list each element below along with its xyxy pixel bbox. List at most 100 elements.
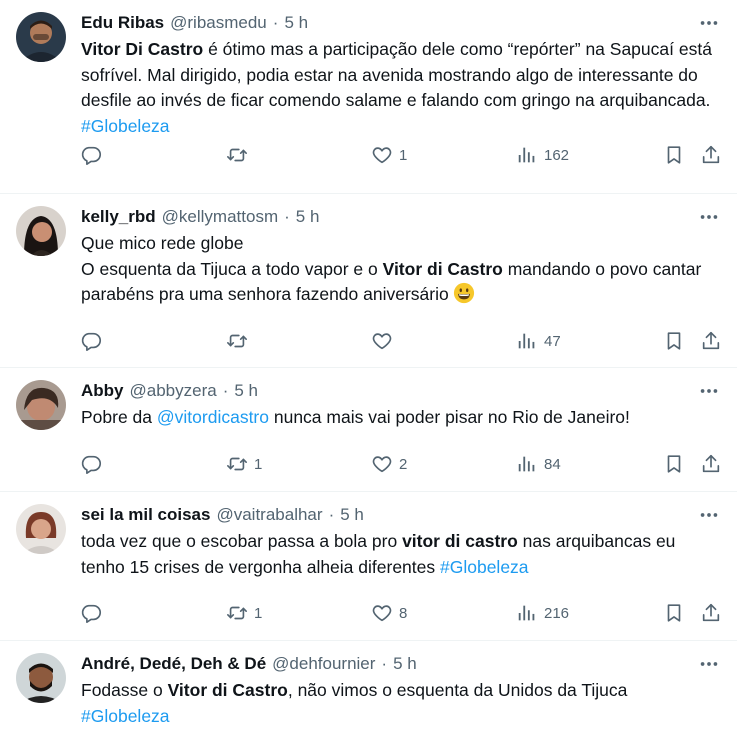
avatar[interactable] <box>16 380 66 430</box>
retweet-button[interactable] <box>226 329 254 353</box>
bookmark-button[interactable] <box>663 601 685 625</box>
views-button[interactable]: 216 <box>516 601 569 625</box>
like-button[interactable]: 2 <box>371 452 407 476</box>
reply-icon <box>80 602 102 624</box>
retweet-icon <box>226 330 248 352</box>
retweet-button[interactable]: 1 <box>226 452 262 476</box>
bookmark-icon <box>663 144 685 166</box>
retweet-count: 1 <box>254 604 263 622</box>
mention-text: vitor di castro <box>402 531 518 551</box>
views-count: 47 <box>544 332 561 350</box>
like-button[interactable] <box>371 329 399 353</box>
author-name[interactable]: sei la mil coisas <box>81 505 210 525</box>
bookmark-icon <box>663 330 685 352</box>
author-handle[interactable]: @dehfournier <box>272 654 375 674</box>
mention-link[interactable]: @vitordicastro <box>157 407 269 427</box>
author-handle[interactable]: @kellymattosm <box>162 207 278 227</box>
timestamp[interactable]: 5 h <box>296 207 320 227</box>
reply-icon <box>80 330 102 352</box>
reply-button[interactable] <box>80 452 108 476</box>
timestamp[interactable]: 5 h <box>393 654 417 674</box>
reply-button[interactable] <box>80 143 108 167</box>
like-button[interactable]: 8 <box>371 601 407 625</box>
views-button[interactable]: 162 <box>516 143 569 167</box>
bookmark-button[interactable] <box>663 143 685 167</box>
share-icon <box>700 602 722 624</box>
share-button[interactable] <box>700 143 722 167</box>
author-handle[interactable]: @vaitrabalhar <box>216 505 322 525</box>
avatar[interactable] <box>16 504 66 554</box>
hashtag-link[interactable]: #Globeleza <box>81 116 170 136</box>
more-icon[interactable] <box>697 506 721 524</box>
author-name[interactable]: André, Dedé, Deh & Dé <box>81 654 266 674</box>
like-count: 1 <box>399 146 408 164</box>
avatar[interactable] <box>16 653 66 703</box>
tweet[interactable]: Abby @abbyzera · 5 h Pobre da @vitordica… <box>0 368 737 492</box>
hashtag-link[interactable]: #Globeleza <box>81 706 170 726</box>
avatar[interactable] <box>16 12 66 62</box>
tweet-actions: 1 2 84 <box>80 452 723 476</box>
author-name[interactable]: kelly_rbd <box>81 207 156 227</box>
tweet-header: kelly_rbd @kellymattosm · 5 h <box>81 206 721 228</box>
tweet-text: Vitor Di Castro é ótimo mas a participaç… <box>81 39 717 136</box>
separator-dot: · <box>381 654 388 673</box>
views-count: 216 <box>544 604 570 622</box>
share-icon <box>700 330 722 352</box>
heart-icon <box>371 602 393 624</box>
share-button[interactable] <box>700 452 722 476</box>
timestamp[interactable]: 5 h <box>340 505 364 525</box>
avatar[interactable] <box>16 206 66 256</box>
bookmark-button[interactable] <box>663 452 685 476</box>
retweet-button[interactable] <box>226 143 254 167</box>
tweet-actions: 47 <box>80 329 723 353</box>
share-button[interactable] <box>700 329 722 353</box>
hashtag-link[interactable]: #Globeleza <box>440 557 529 577</box>
bookmark-icon <box>663 453 685 475</box>
views-button[interactable]: 84 <box>516 452 561 476</box>
reply-button[interactable] <box>80 601 108 625</box>
author-name[interactable]: Abby <box>81 381 124 401</box>
views-count: 84 <box>544 455 561 473</box>
author-handle[interactable]: @abbyzera <box>130 381 217 401</box>
bookmark-button[interactable] <box>663 329 685 353</box>
retweet-count: 1 <box>254 455 263 473</box>
views-icon <box>516 602 538 624</box>
retweet-icon <box>226 602 248 624</box>
more-icon[interactable] <box>697 382 721 400</box>
tweet-header: Abby @abbyzera · 5 h <box>81 380 721 402</box>
like-count: 2 <box>399 455 408 473</box>
like-button[interactable]: 1 <box>371 143 407 167</box>
tweet-actions: 1 8 216 <box>80 601 723 625</box>
tweet-header: André, Dedé, Deh & Dé @dehfournier · 5 h <box>81 653 721 675</box>
retweet-button[interactable]: 1 <box>226 601 262 625</box>
tweet-actions: 1 162 <box>80 143 723 167</box>
timestamp[interactable]: 5 h <box>234 381 258 401</box>
reply-button[interactable] <box>80 329 108 353</box>
tweet[interactable]: André, Dedé, Deh & Dé @dehfournier · 5 h… <box>0 641 737 744</box>
tweet-text: Pobre da @vitordicastro nunca mais vai p… <box>81 407 630 427</box>
share-button[interactable] <box>700 601 722 625</box>
share-icon <box>700 144 722 166</box>
retweet-icon <box>226 453 248 475</box>
separator-dot: · <box>222 381 229 400</box>
tweet-header: sei la mil coisas @vaitrabalhar · 5 h <box>81 504 721 526</box>
tweet[interactable]: sei la mil coisas @vaitrabalhar · 5 h to… <box>0 492 737 641</box>
more-icon[interactable] <box>697 655 721 673</box>
like-count: 8 <box>399 604 408 622</box>
mention-text: Vitor Di Castro <box>81 39 204 59</box>
tweet[interactable]: kelly_rbd @kellymattosm · 5 h Que mico r… <box>0 194 737 368</box>
heart-icon <box>371 330 393 352</box>
more-icon[interactable] <box>697 14 721 32</box>
views-count: 162 <box>544 146 570 164</box>
separator-dot: · <box>328 505 335 524</box>
more-icon[interactable] <box>697 208 721 226</box>
timestamp[interactable]: 5 h <box>284 13 308 33</box>
author-name[interactable]: Edu Ribas <box>81 13 164 33</box>
tweet[interactable]: Edu Ribas @ribasmedu · 5 h Vitor Di Cast… <box>0 0 737 194</box>
reply-icon <box>80 144 102 166</box>
author-handle[interactable]: @ribasmedu <box>170 13 267 33</box>
retweet-icon <box>226 144 248 166</box>
views-icon <box>516 453 538 475</box>
heart-icon <box>371 144 393 166</box>
views-button[interactable]: 47 <box>516 329 561 353</box>
